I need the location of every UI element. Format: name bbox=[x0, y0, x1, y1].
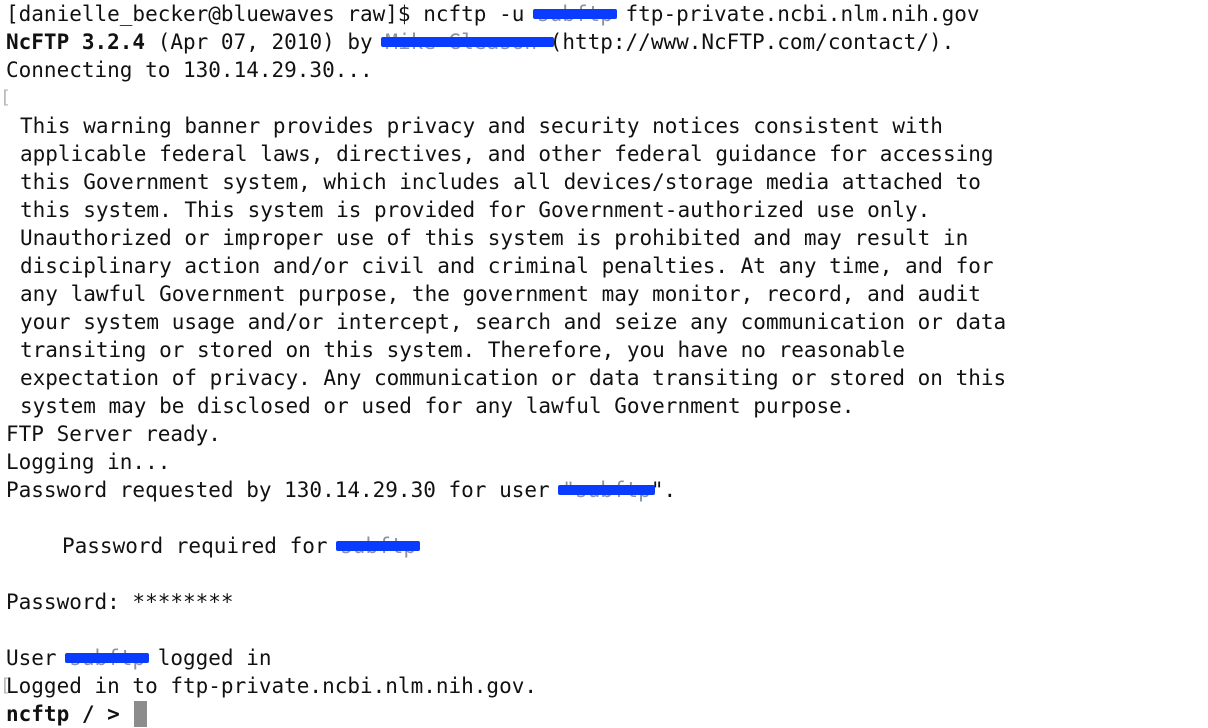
password-prompt-line: Password: ******** bbox=[6, 590, 234, 614]
user-prefix: User bbox=[6, 646, 70, 670]
selection-marker: [ bbox=[0, 87, 11, 108]
banner-line: This warning banner provides privacy and… bbox=[20, 114, 943, 138]
redacted-username: "subftp bbox=[558, 478, 655, 502]
redacted-username: subftp bbox=[336, 534, 420, 558]
text-cursor[interactable] bbox=[134, 701, 148, 727]
redacted-author: Mike Gleason bbox=[381, 30, 555, 54]
ncftp-version: NcFTP 3.2.4 bbox=[6, 30, 146, 54]
selection-marker: [ bbox=[0, 675, 11, 696]
banner-line: your system usage and/or intercept, sear… bbox=[20, 310, 1007, 334]
user-suffix: logged in bbox=[145, 646, 272, 670]
command-suffix: ftp-private.ncbi.nlm.nih.gov bbox=[612, 2, 980, 26]
version-line: NcFTP 3.2.4 (Apr 07, 2010) by Mike Gleas… bbox=[6, 28, 1208, 56]
logged-in-to-text: Logged in to ftp-private.ncbi.nlm.nih.go… bbox=[6, 674, 538, 698]
version-date: (Apr 07, 2010) by bbox=[145, 30, 386, 54]
logged-in-to-line: [Logged in to ftp-private.ncbi.nlm.nih.g… bbox=[0, 672, 1208, 700]
redacted-username: subftp bbox=[533, 2, 617, 26]
command-prefix: [danielle_becker@bluewaves raw]$ ncftp -… bbox=[6, 2, 538, 26]
banner-line: applicable federal laws, directives, and… bbox=[20, 142, 994, 166]
banner-line: any lawful Government purpose, the gover… bbox=[20, 282, 981, 306]
server-ready-line: FTP Server ready. bbox=[6, 422, 221, 446]
banner-line: disciplinary action and/or civil and cri… bbox=[20, 254, 994, 278]
author-url: (http://www.NcFTP.com/contact/). bbox=[549, 30, 955, 54]
password-required-line: Password required for subftp bbox=[6, 532, 1208, 560]
banner-line: expectation of privacy. Any communicatio… bbox=[20, 366, 1007, 390]
logging-in-line: Logging in... bbox=[6, 450, 171, 474]
connecting-line: Connecting to 130.14.29.30... bbox=[6, 58, 373, 82]
banner-line: this system. This system is provided for… bbox=[20, 198, 931, 222]
banner-line: system may be disclosed or used for any … bbox=[20, 394, 855, 418]
banner-line: transiting or stored on this system. The… bbox=[20, 338, 906, 362]
password-requested-prefix: Password requested by 130.14.29.30 for u… bbox=[6, 478, 563, 502]
banner-line: Unauthorized or improper use of this sys… bbox=[20, 226, 969, 250]
blank-line: [ bbox=[0, 84, 1208, 112]
redacted-username: subftp bbox=[65, 646, 149, 670]
prompt-line[interactable]: ncftp / > bbox=[6, 700, 1208, 728]
ncftp-prompt: ncftp / > bbox=[6, 702, 133, 726]
command-line: [danielle_becker@bluewaves raw]$ ncftp -… bbox=[6, 0, 1208, 28]
user-logged-in-line: User subftp logged in bbox=[6, 644, 1208, 672]
banner-line: this Government system, which includes a… bbox=[20, 170, 981, 194]
password-requested-line: Password requested by 130.14.29.30 for u… bbox=[6, 476, 1208, 504]
terminal-window[interactable]: [danielle_becker@bluewaves raw]$ ncftp -… bbox=[0, 0, 1208, 728]
password-required-prefix: Password required for bbox=[62, 534, 341, 558]
